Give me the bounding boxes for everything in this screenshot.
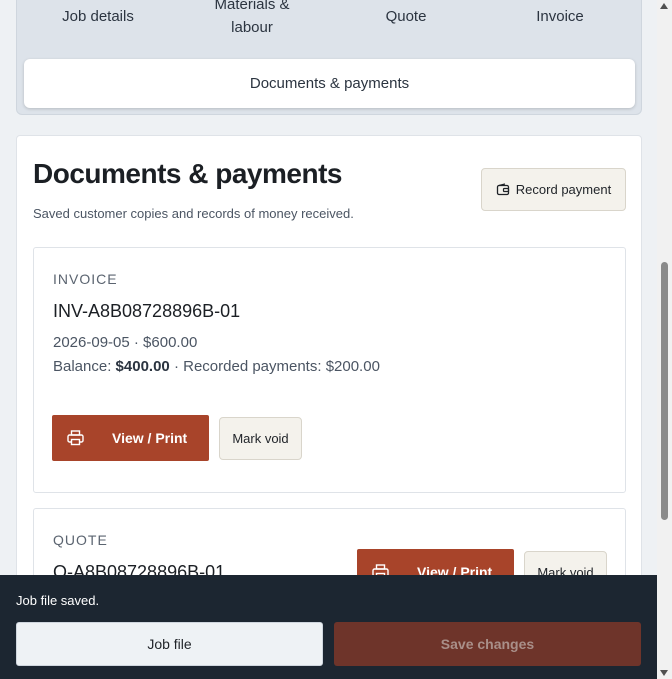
tab-job-details[interactable]: Job details bbox=[23, 0, 173, 51]
section-subtitle: Saved customer copies and records of mon… bbox=[33, 206, 354, 221]
section-title: Documents & payments bbox=[33, 158, 342, 189]
tabs-panel: Job details Materials & labour Quote Inv… bbox=[16, 0, 642, 115]
balance-value: $400.00 bbox=[115, 358, 170, 375]
tab-materials-labour[interactable]: Materials & labour bbox=[177, 0, 327, 51]
view-print-button[interactable]: View / Print bbox=[52, 415, 209, 461]
tab-invoice[interactable]: Invoice bbox=[485, 0, 635, 51]
scroll-thumb[interactable] bbox=[661, 262, 668, 520]
tab-quote[interactable]: Quote bbox=[331, 0, 481, 51]
vertical-scrollbar[interactable] bbox=[657, 0, 672, 679]
bottom-action-bar: Job file saved. Job file Save changes bbox=[0, 575, 657, 679]
save-status: Job file saved. bbox=[16, 593, 100, 608]
scroll-up-arrow-icon[interactable] bbox=[660, 3, 668, 9]
document-type: QUOTE bbox=[53, 532, 108, 548]
document-balance: Balance: $400.00 · Recorded payments: $2… bbox=[53, 358, 380, 375]
page-viewport: Job details Materials & labour Quote Inv… bbox=[0, 0, 657, 679]
wallet-icon bbox=[496, 182, 509, 195]
document-type: INVOICE bbox=[53, 271, 118, 287]
printer-icon bbox=[67, 430, 84, 446]
save-changes-button[interactable]: Save changes bbox=[334, 622, 641, 666]
tab-documents-payments[interactable]: Documents & payments bbox=[24, 59, 635, 108]
mark-void-button[interactable]: Mark void bbox=[219, 417, 302, 460]
document-number: INV-A8B08728896B-01 bbox=[53, 301, 241, 321]
document-date-amount: 2026-09-05 · $600.00 bbox=[53, 334, 198, 351]
invoice-document-card: INVOICE INV-A8B08728896B-01 2026-09-05 ·… bbox=[33, 247, 626, 493]
job-file-button[interactable]: Job file bbox=[16, 622, 323, 666]
record-payment-button[interactable]: Record payment bbox=[481, 168, 626, 211]
scroll-down-arrow-icon[interactable] bbox=[660, 670, 668, 676]
